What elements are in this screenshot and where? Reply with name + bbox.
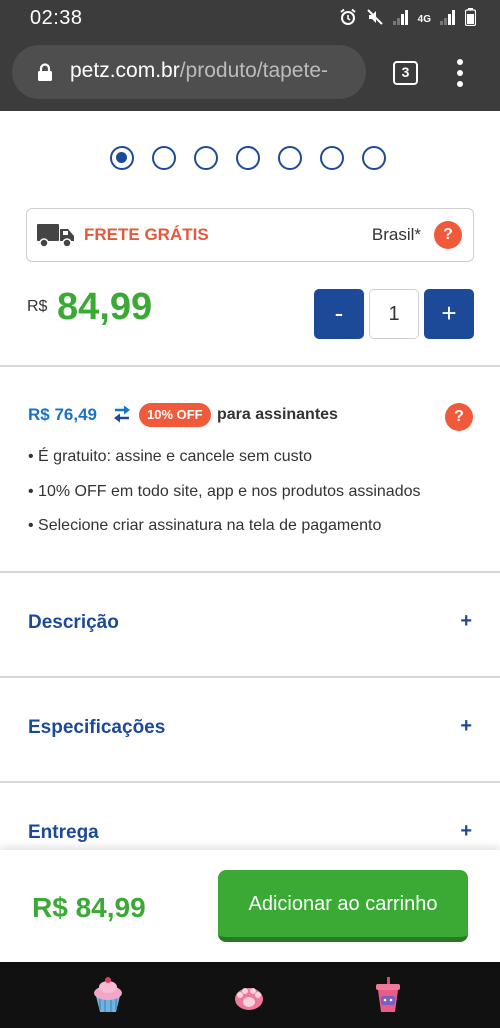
cup-icon[interactable] bbox=[370, 976, 406, 1014]
carousel-dot[interactable] bbox=[320, 146, 344, 170]
status-icons: 4G bbox=[339, 8, 477, 31]
network-type: 4G bbox=[417, 13, 431, 25]
cupcake-icon[interactable] bbox=[90, 976, 126, 1014]
expand-icon: + bbox=[460, 715, 472, 737]
alarm-icon bbox=[339, 8, 357, 31]
carousel-dot[interactable] bbox=[110, 146, 134, 170]
truck-icon bbox=[37, 224, 74, 248]
free-shipping-box: FRETE GRÁTIS Brasil* ? bbox=[26, 208, 474, 262]
address-bar[interactable]: petz.com.br/produto/tapete- bbox=[12, 45, 366, 99]
carousel-dot[interactable] bbox=[194, 146, 218, 170]
carousel-dot[interactable] bbox=[278, 146, 302, 170]
subscription-benefits-list: • É gratuito: assine e cancele sem custo… bbox=[28, 446, 420, 550]
quantity-increase-button[interactable]: + bbox=[424, 289, 474, 339]
browser-toolbar: petz.com.br/produto/tapete- 3 bbox=[0, 36, 500, 111]
expand-icon: + bbox=[460, 610, 472, 632]
status-time: 02:38 bbox=[30, 7, 83, 29]
product-price: 84,99 bbox=[57, 286, 153, 328]
subscription-help-button[interactable]: ? bbox=[445, 403, 473, 431]
expand-icon: + bbox=[460, 820, 472, 842]
quantity-input[interactable]: 1 bbox=[369, 289, 419, 339]
sticky-price: R$ 84,99 bbox=[32, 892, 146, 923]
divider bbox=[0, 365, 500, 367]
benefit-item: • Selecione criar assinatura na tela de … bbox=[28, 517, 382, 534]
url-text: petz.com.br/produto/tapete- bbox=[70, 59, 360, 83]
tab-switcher-button[interactable]: 3 bbox=[393, 61, 418, 85]
accordion-title: Descrição bbox=[28, 612, 119, 633]
carousel-dot[interactable] bbox=[236, 146, 260, 170]
mute-icon bbox=[366, 8, 384, 31]
discount-badge: 10% OFF bbox=[139, 403, 211, 427]
shipping-region: Brasil* bbox=[371, 225, 421, 244]
sticky-cart-bar: R$ 84,99 Adicionar ao carrinho bbox=[0, 850, 500, 962]
accordion-especificacoes[interactable]: Especificações + bbox=[0, 677, 500, 781]
carousel-dot[interactable] bbox=[152, 146, 176, 170]
image-carousel-indicators bbox=[110, 146, 386, 170]
signal-icon bbox=[392, 9, 409, 30]
accordion-title: Especificações bbox=[28, 717, 166, 738]
add-to-cart-button[interactable]: Adicionar ao carrinho bbox=[218, 870, 468, 942]
url-path: /produto/tapete- bbox=[179, 59, 328, 82]
subscriber-label: para assinantes bbox=[217, 406, 338, 423]
battery-icon bbox=[464, 8, 477, 31]
free-shipping-label: FRETE GRÁTIS bbox=[84, 225, 209, 244]
price-currency: R$ bbox=[27, 298, 48, 315]
benefit-item: • É gratuito: assine e cancele sem custo bbox=[28, 448, 312, 465]
shipping-help-button[interactable]: ? bbox=[434, 221, 462, 249]
url-domain: petz.com.br bbox=[70, 59, 180, 82]
subscriber-price: R$ 76,49 bbox=[28, 405, 97, 424]
lock-icon bbox=[38, 63, 52, 81]
signal-icon-2 bbox=[440, 9, 456, 30]
paw-icon[interactable] bbox=[231, 976, 267, 1014]
more-options-icon[interactable] bbox=[452, 58, 468, 88]
accordion-title: Entrega bbox=[28, 822, 99, 843]
carousel-dot[interactable] bbox=[362, 146, 386, 170]
benefit-item: • 10% OFF em todo site, app e nos produt… bbox=[28, 482, 421, 500]
accordion-descricao[interactable]: Descrição + bbox=[0, 572, 500, 676]
bottom-nav-bar bbox=[0, 962, 500, 1028]
status-bar: 02:38 4G bbox=[0, 0, 500, 36]
quantity-decrease-button[interactable]: - bbox=[314, 289, 364, 339]
swap-arrows-icon bbox=[114, 405, 130, 423]
